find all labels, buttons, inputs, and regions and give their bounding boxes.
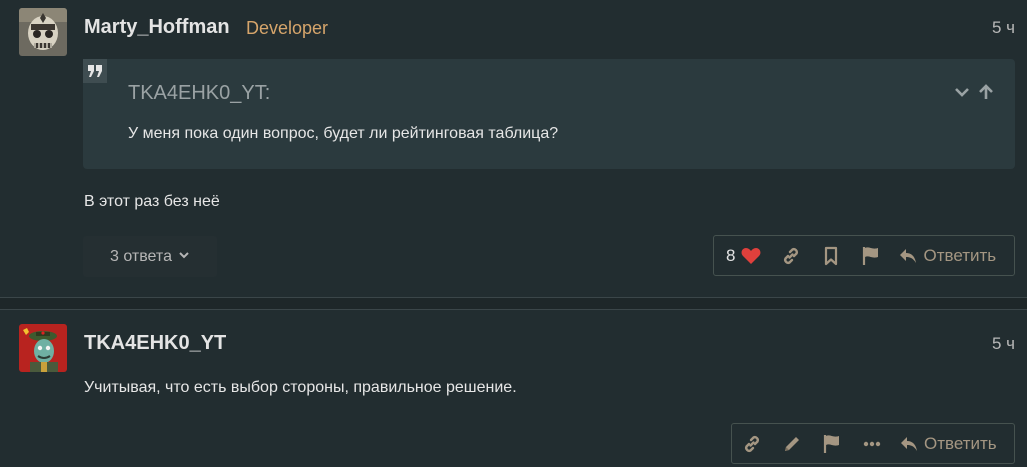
quote-text: У меня пока один вопрос, будет ли рейтин…	[128, 125, 559, 142]
edit-button[interactable]	[772, 424, 812, 463]
heart-icon	[741, 247, 761, 265]
post-actions: Ответить	[731, 423, 1015, 464]
pencil-icon	[782, 434, 802, 454]
post-time[interactable]: 5 ч	[992, 334, 1015, 354]
chevron-down-icon[interactable]	[953, 83, 971, 106]
bookmark-icon	[823, 246, 839, 266]
flag-button[interactable]	[851, 236, 891, 275]
link-icon	[781, 246, 801, 266]
chevron-down-icon	[178, 248, 190, 266]
like-count: 8	[726, 245, 736, 265]
post-actions: 8 Ответить	[713, 235, 1015, 276]
quote-author[interactable]: TKA4EHK0_YT:	[128, 82, 270, 105]
quote-icon	[83, 59, 107, 83]
post-divider	[0, 297, 1027, 310]
reply-label: Ответить	[923, 245, 997, 265]
post-tka4ehk0-yt: TKA4EHK0_YT 5 ч Учитывая, что есть выбор…	[0, 310, 1027, 467]
replies-label: 3 ответа	[110, 247, 172, 265]
flag-button[interactable]	[812, 424, 852, 463]
post-body: В этот раз без неё	[84, 193, 220, 210]
flag-icon	[862, 246, 880, 266]
reply-button[interactable]: Ответить	[892, 424, 1009, 463]
user-role: Developer	[246, 18, 329, 38]
replies-button[interactable]: 3 ответа	[83, 236, 217, 277]
copy-link-button[interactable]	[771, 236, 811, 275]
avatar[interactable]	[19, 324, 67, 372]
copy-link-button[interactable]	[732, 424, 772, 463]
post-body: Учитывая, что есть выбор стороны, правил…	[84, 379, 517, 396]
reply-label: Ответить	[924, 433, 997, 453]
like-button[interactable]: 8	[714, 236, 771, 275]
post-marty-hoffman: Marty_Hoffman Developer 5 ч TKA4EHK0_YT:…	[0, 0, 1027, 297]
reply-icon	[899, 248, 917, 264]
quote-controls	[953, 83, 995, 106]
username[interactable]: TKA4EHK0_YT	[84, 332, 226, 355]
post-time[interactable]: 5 ч	[992, 18, 1015, 38]
ellipsis-icon	[863, 441, 881, 447]
bookmark-button[interactable]	[811, 236, 851, 275]
username[interactable]: Marty_Hoffman	[84, 16, 230, 39]
flag-icon	[823, 434, 841, 454]
more-button[interactable]	[852, 424, 892, 463]
reply-icon	[900, 436, 918, 452]
arrow-up-icon[interactable]	[977, 83, 995, 106]
link-icon	[742, 434, 762, 454]
avatar[interactable]	[19, 8, 67, 56]
reply-button[interactable]: Ответить	[891, 236, 1008, 275]
quote-block: TKA4EHK0_YT: У меня пока один вопрос, бу…	[83, 59, 1015, 169]
